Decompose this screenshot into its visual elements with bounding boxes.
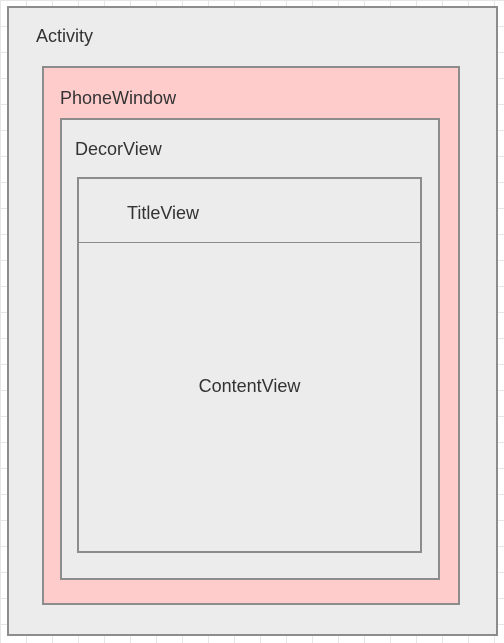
activity-label: Activity (36, 26, 94, 46)
decor-view-box: DecorView TitleView ContentView (60, 118, 440, 580)
decor-view-inner-frame: TitleView ContentView (77, 177, 422, 553)
title-view-label: TitleView (127, 203, 200, 223)
content-view-section: ContentView (79, 244, 420, 551)
activity-box: Activity PhoneWindow DecorView TitleView… (7, 6, 498, 636)
phone-window-box: PhoneWindow DecorView TitleView ContentV… (42, 66, 460, 605)
content-view-label: ContentView (198, 376, 301, 396)
phone-window-label: PhoneWindow (60, 88, 177, 108)
decor-view-label: DecorView (75, 139, 162, 159)
title-view-section: TitleView (79, 179, 420, 243)
